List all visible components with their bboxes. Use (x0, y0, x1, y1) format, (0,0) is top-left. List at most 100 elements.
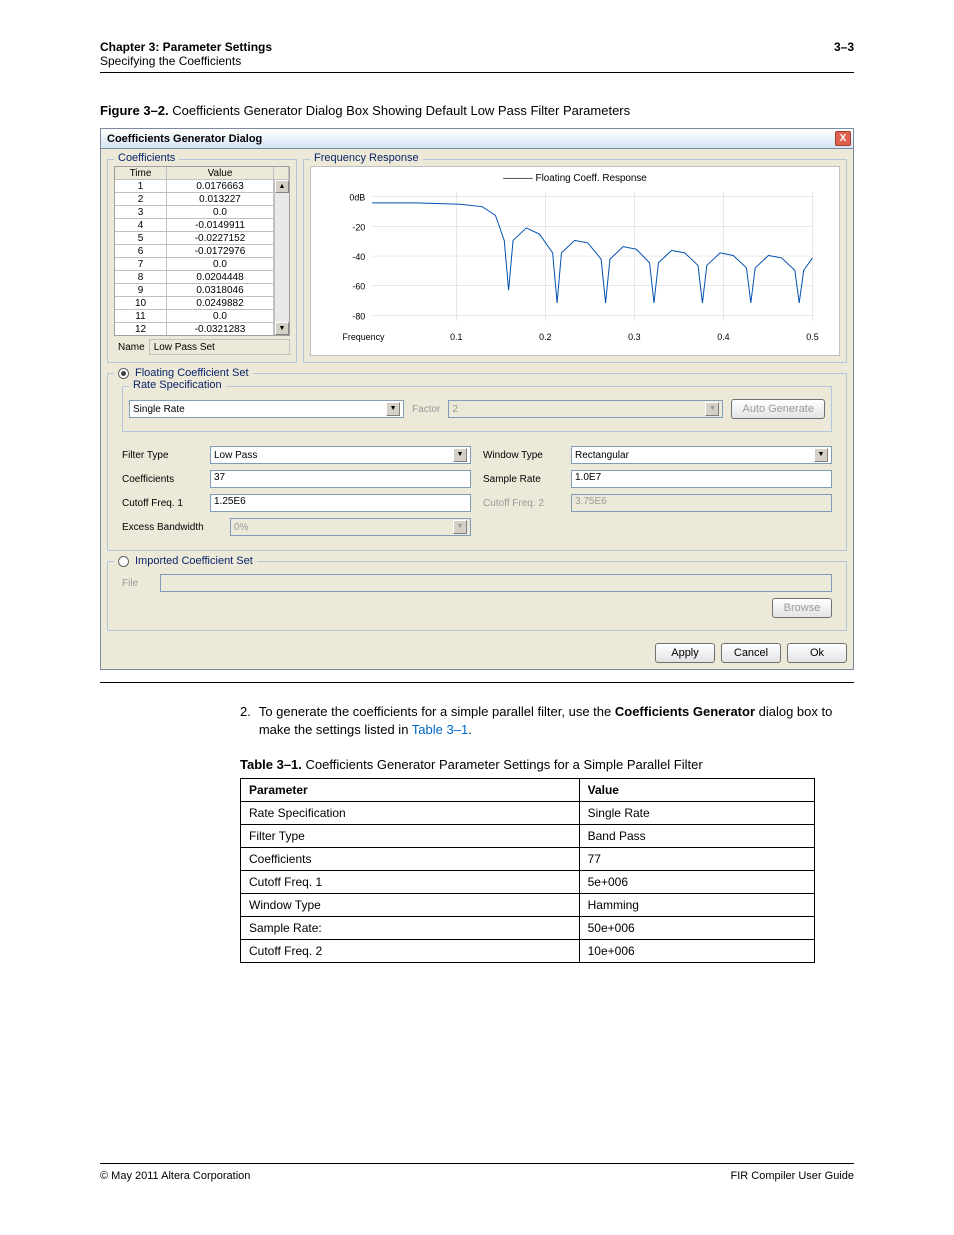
rate-spec-title: Rate Specification (129, 379, 226, 391)
table-row: Filter TypeBand Pass (241, 825, 815, 848)
dialog-titlebar[interactable]: Coefficients Generator Dialog X (101, 129, 853, 149)
factor-label: Factor (412, 404, 440, 415)
browse-button: Browse (772, 598, 832, 618)
dialog-title: Coefficients Generator Dialog (107, 133, 262, 145)
excess-bw-select: 0% ▼ (230, 518, 471, 536)
apply-button[interactable]: Apply (655, 643, 715, 663)
table-row[interactable]: 110.0 (115, 310, 274, 323)
svg-text:0.2: 0.2 (539, 332, 551, 342)
scroll-down-icon[interactable]: ▼ (275, 322, 289, 335)
imported-set-radio[interactable]: Imported Coefficient Set (118, 555, 253, 567)
chevron-down-icon: ▼ (386, 402, 400, 416)
cutoff1-input[interactable]: 1.25E6 (210, 494, 471, 512)
chapter-title: Chapter 3: Parameter Settings (100, 40, 272, 54)
coefficients-table: Time Value 10.017666320.01322730.04-0.01… (114, 166, 290, 336)
factor-select: 2 ▼ (448, 400, 723, 418)
window-type-label: Window Type (483, 450, 563, 461)
imported-set-label: Imported Coefficient Set (135, 555, 253, 567)
table-row[interactable]: 70.0 (115, 258, 274, 271)
excess-bw-label: Excess Bandwidth (122, 522, 222, 533)
imported-coefficient-fieldset: Imported Coefficient Set File Browse (107, 561, 847, 631)
table-row[interactable]: 6-0.0172976 (115, 245, 274, 258)
table-row[interactable]: 90.0318046 (115, 284, 274, 297)
coefficients-label: Coefficients (122, 474, 202, 485)
page-footer: © May 2011 Altera Corporation FIR Compil… (100, 1163, 854, 1182)
filter-type-select[interactable]: Low Pass ▼ (210, 446, 471, 464)
value-header: Value (579, 779, 814, 802)
close-button[interactable]: X (835, 131, 851, 146)
file-label: File (122, 578, 152, 589)
scroll-up-icon[interactable]: ▲ (275, 180, 289, 193)
coefficients-generator-dialog: Coefficients Generator Dialog X Coeffici… (100, 128, 854, 670)
svg-text:0dB: 0dB (349, 193, 365, 203)
param-header: Parameter (241, 779, 580, 802)
table-row[interactable]: 20.013227 (115, 193, 274, 206)
svg-text:0.1: 0.1 (450, 332, 462, 342)
parameter-table: Parameter Value Rate SpecificationSingle… (240, 778, 815, 963)
name-value: Low Pass Set (149, 339, 290, 355)
page-number: 3–3 (834, 40, 854, 68)
table-row: Coefficients77 (241, 848, 815, 871)
close-icon: X (840, 133, 847, 144)
step-text-1: To generate the coefficients for a simpl… (259, 704, 615, 719)
cancel-button[interactable]: Cancel (721, 643, 781, 663)
coefficients-group-title: Coefficients (114, 152, 179, 164)
coefficients-input[interactable]: 37 (210, 470, 471, 488)
step-number: 2. (240, 703, 251, 739)
page-header: Chapter 3: Parameter Settings Specifying… (100, 40, 854, 73)
chevron-down-icon: ▼ (705, 402, 719, 416)
step-text-3: . (468, 722, 472, 737)
svg-text:-20: -20 (352, 222, 365, 232)
floating-coefficient-fieldset: Floating Coefficient Set Rate Specificat… (107, 373, 847, 551)
auto-generate-button: Auto Generate (731, 399, 825, 419)
ok-button[interactable]: Ok (787, 643, 847, 663)
svg-text:-80: -80 (352, 311, 365, 321)
excess-bw-value: 0% (234, 522, 248, 533)
step-bold: Coefficients Generator (615, 704, 755, 719)
table-row[interactable]: 80.0204448 (115, 271, 274, 284)
rate-spec-value: Single Rate (133, 404, 185, 415)
figure-label: Figure 3–2. (100, 103, 169, 118)
table-scrollbar[interactable]: ▲ ▼ (274, 180, 289, 335)
dialog-buttons: Apply Cancel Ok (101, 637, 853, 669)
coefficients-group: Coefficients Time Value 10.017666320.013… (107, 159, 297, 363)
file-input (160, 574, 832, 592)
figure-caption: Figure 3–2. Coefficients Generator Dialo… (100, 103, 854, 118)
table-row[interactable]: 5-0.0227152 (115, 232, 274, 245)
frequency-response-chart: ――― Floating Coeff. Response 0dB -20 (310, 166, 840, 356)
svg-text:Frequency: Frequency (342, 332, 385, 342)
table-row[interactable]: 4-0.0149911 (115, 219, 274, 232)
table-link[interactable]: Table 3–1 (412, 722, 468, 737)
table-caption-text: Coefficients Generator Parameter Setting… (306, 757, 703, 772)
freq-group-title: Frequency Response (310, 152, 423, 164)
table-label: Table 3–1. (240, 757, 302, 772)
floating-set-label: Floating Coefficient Set (135, 367, 249, 379)
section-title: Specifying the Coefficients (100, 54, 272, 68)
table-row[interactable]: 12-0.0321283 (115, 323, 274, 335)
cutoff1-label: Cutoff Freq. 1 (122, 498, 202, 509)
footer-left: © May 2011 Altera Corporation (100, 1170, 250, 1182)
svg-text:-40: -40 (352, 252, 365, 262)
sample-rate-label: Sample Rate (483, 474, 563, 485)
table-row: Cutoff Freq. 15e+006 (241, 871, 815, 894)
window-type-select[interactable]: Rectangular ▼ (571, 446, 832, 464)
cutoff2-label: Cutoff Freq. 2 (483, 498, 563, 509)
chart-legend: ――― Floating Coeff. Response (503, 173, 647, 184)
sample-rate-input[interactable]: 1.0E7 (571, 470, 832, 488)
table-row[interactable]: 100.0249882 (115, 297, 274, 310)
chevron-down-icon: ▼ (814, 448, 828, 462)
floating-set-radio[interactable]: Floating Coefficient Set (118, 367, 249, 379)
rate-spec-select[interactable]: Single Rate ▼ (129, 400, 404, 418)
svg-text:0.4: 0.4 (717, 332, 729, 342)
chevron-down-icon: ▼ (453, 448, 467, 462)
table-caption: Table 3–1. Coefficients Generator Parame… (240, 757, 854, 772)
svg-text:-60: -60 (352, 282, 365, 292)
window-type-value: Rectangular (575, 450, 629, 461)
radio-checked-icon (118, 368, 129, 379)
table-row[interactable]: 30.0 (115, 206, 274, 219)
figure-text: Coefficients Generator Dialog Box Showin… (172, 103, 630, 118)
filter-type-value: Low Pass (214, 450, 257, 461)
frequency-response-group: Frequency Response ――― Floating Coeff. R… (303, 159, 847, 363)
table-row[interactable]: 10.0176663 (115, 180, 274, 193)
chevron-down-icon: ▼ (453, 520, 467, 534)
